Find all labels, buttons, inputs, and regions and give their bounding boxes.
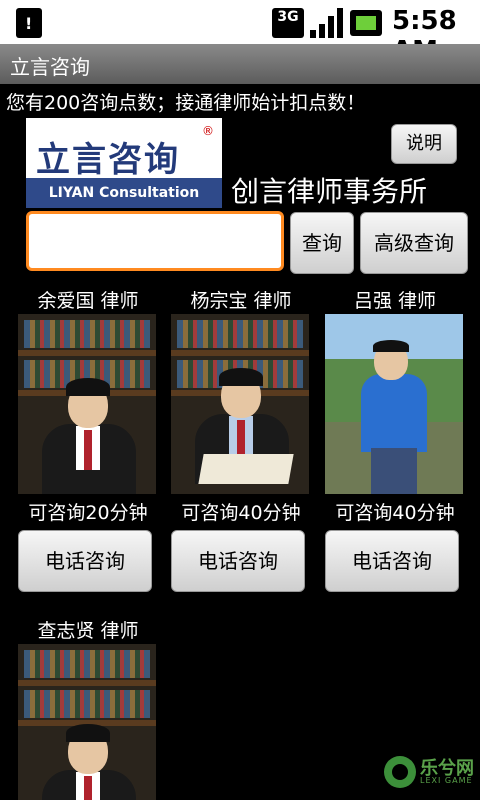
lawyer-card: 杨宗宝 律师 可咨询40分钟	[171, 286, 311, 546]
status-bar: 3G 5:58 AM	[0, 0, 480, 66]
network-label: 3G	[277, 9, 299, 25]
lawyer-card: 吕强 律师 可咨询40分钟	[325, 286, 465, 546]
points-notice: 您有200咨询点数；接通律师始计扣点数！	[6, 92, 366, 114]
battery-icon	[350, 10, 382, 36]
lawyer-photo[interactable]	[325, 314, 463, 494]
sim-alert-icon	[16, 8, 42, 38]
watermark-logo-icon	[384, 756, 416, 788]
phone-consult-button[interactable]: 电话咨询	[171, 530, 305, 592]
lawyer-card: 余爱国 律师 可咨询20分钟	[18, 286, 158, 546]
consult-minutes: 可咨询40分钟	[335, 502, 455, 524]
consult-minutes: 可咨询20分钟	[28, 502, 148, 524]
network-3g-icon: 3G	[272, 8, 304, 38]
lawyer-photo[interactable]	[171, 314, 309, 494]
logo-english-text: LIYAN Consultation	[26, 178, 222, 208]
lawyer-photo[interactable]	[18, 644, 156, 800]
lawyer-photo[interactable]	[18, 314, 156, 494]
lawyer-name: 杨宗宝 律师	[190, 290, 292, 312]
consult-minutes: 可咨询40分钟	[181, 502, 301, 524]
lawyer-name: 吕强 律师	[353, 290, 437, 312]
watermark-subtext: LEXI GAME	[420, 776, 473, 785]
app-title: 立言咨询	[10, 55, 90, 79]
liyan-logo: 立言咨询 ® LIYAN Consultation	[26, 118, 222, 208]
lawyer-card: 查志贤 律师	[18, 616, 158, 800]
help-button[interactable]: 说明	[391, 124, 457, 164]
logo-chinese-text: 立言咨询	[36, 140, 180, 180]
site-watermark: 乐兮网 LEXI GAME	[384, 752, 476, 792]
signal-icon	[310, 8, 344, 38]
lawyer-name: 查志贤 律师	[37, 620, 139, 642]
phone-consult-button[interactable]: 电话咨询	[325, 530, 459, 592]
search-input[interactable]	[26, 211, 284, 271]
lawyer-name: 余爱国 律师	[37, 290, 139, 312]
search-button[interactable]: 查询	[290, 212, 354, 274]
app-title-bar: 立言咨询	[0, 44, 480, 84]
advanced-search-button[interactable]: 高级查询	[360, 212, 468, 274]
registered-mark: ®	[202, 124, 214, 138]
firm-name: 创言律师事务所	[231, 175, 428, 208]
phone-consult-button[interactable]: 电话咨询	[18, 530, 152, 592]
